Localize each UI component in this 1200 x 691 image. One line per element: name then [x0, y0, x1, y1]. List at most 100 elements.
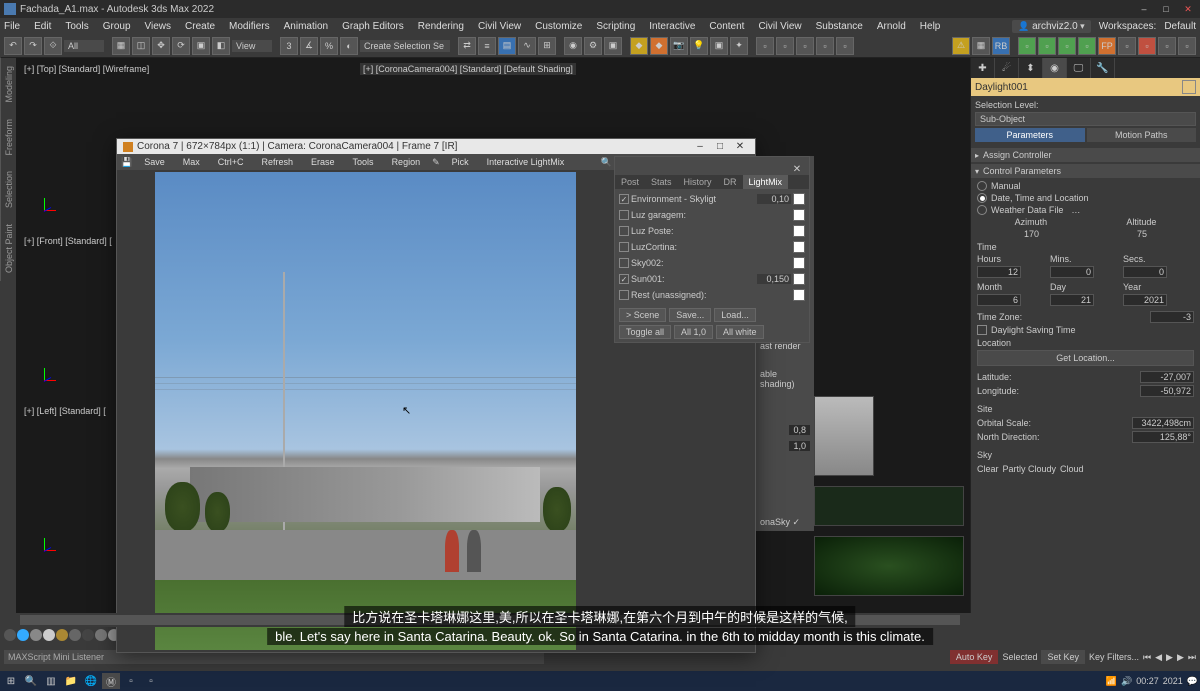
corona-interactive-dropdown[interactable]: Interactive LightMix — [481, 156, 571, 168]
lm-check-env[interactable] — [619, 194, 629, 204]
taskbar-app2-icon[interactable]: ▫ — [142, 673, 160, 689]
tray-notif-icon[interactable]: 💬 — [1187, 676, 1198, 687]
viewport-left-label[interactable]: [+] [Left] [Standard] [ — [20, 404, 110, 418]
cp-tab-create[interactable]: ✚ — [971, 58, 995, 78]
corona-minimize-button[interactable]: – — [691, 141, 709, 152]
swatch[interactable] — [4, 629, 16, 641]
undo-icon[interactable]: ↶ — [4, 37, 22, 55]
lm-white-button[interactable]: All white — [716, 325, 764, 339]
util2-icon[interactable]: ▫ — [776, 37, 794, 55]
viewport-top-label[interactable]: [+] [Top] [Standard] [Wireframe] — [20, 62, 153, 76]
menu-views[interactable]: Views — [145, 21, 172, 32]
fp7-icon[interactable]: ▫ — [1138, 37, 1156, 55]
corona-titlebar[interactable]: Corona 7 | 672×784px (1:1) | Camera: Cor… — [117, 139, 755, 154]
swatch[interactable] — [56, 629, 68, 641]
parameters-button[interactable]: Parameters — [975, 128, 1085, 142]
fp6-icon[interactable]: ▫ — [1118, 37, 1136, 55]
corona-maximize-button[interactable]: □ — [711, 141, 729, 152]
angle-snap-icon[interactable]: ∡ — [300, 37, 318, 55]
corona-scatter-icon[interactable]: ✦ — [730, 37, 748, 55]
viewport-front-label[interactable]: [+] [Front] [Standard] [ — [20, 234, 116, 248]
tab-stats[interactable]: Stats — [645, 175, 678, 189]
radio-manual[interactable] — [977, 181, 987, 191]
lm-swatch-rest[interactable] — [793, 289, 805, 301]
snap-icon[interactable]: 3 — [280, 37, 298, 55]
sky-partly[interactable]: Partly Cloudy — [1003, 464, 1057, 474]
menu-grapheditors[interactable]: Graph Editors — [342, 21, 404, 32]
schematic-icon[interactable]: ⊞ — [538, 37, 556, 55]
lm-swatch-sun[interactable] — [793, 273, 805, 285]
secs-input[interactable]: 0 — [1123, 266, 1167, 278]
vtab-selection[interactable]: Selection — [0, 163, 16, 216]
tray-volume-icon[interactable]: 🔊 — [1121, 676, 1132, 687]
lm-swatch-poste[interactable] — [793, 225, 805, 237]
align-icon[interactable]: ≡ — [478, 37, 496, 55]
cp-tab-motion[interactable]: ◉ — [1043, 58, 1067, 78]
longitude-input[interactable]: -50,972 — [1140, 385, 1194, 397]
render-frame-icon[interactable]: ▣ — [604, 37, 622, 55]
taskbar-3dsmax-icon[interactable]: Ⓜ — [102, 673, 120, 689]
fp9-icon[interactable]: ▫ — [1178, 37, 1196, 55]
year-input[interactable]: 2021 — [1123, 294, 1167, 306]
menu-file[interactable]: File — [4, 21, 20, 32]
play-start-icon[interactable]: ⏮ — [1143, 652, 1151, 663]
lightmix-close-button[interactable]: ✕ — [789, 161, 805, 177]
lm-swatch-cortina[interactable] — [793, 241, 805, 253]
play-next-icon[interactable]: ▶ — [1177, 652, 1184, 663]
play-end-icon[interactable]: ⏭ — [1188, 652, 1196, 663]
swatch[interactable] — [82, 629, 94, 641]
day-input[interactable]: 21 — [1050, 294, 1094, 306]
viewport-main-label[interactable]: [+] [CoronaCamera004] [Standard] [Defaul… — [356, 62, 580, 76]
swatch[interactable] — [69, 629, 81, 641]
month-input[interactable]: 6 — [977, 294, 1021, 306]
corona-render-view[interactable]: ↖ — [155, 172, 576, 650]
tab-dr[interactable]: DR — [718, 175, 743, 189]
tab-history[interactable]: History — [678, 175, 718, 189]
daylight-checkbox[interactable] — [977, 325, 987, 335]
corona-erase-button[interactable]: Erase — [305, 156, 341, 168]
north-input[interactable]: 125,88° — [1132, 431, 1194, 443]
selected-dropdown[interactable]: Selected — [1002, 652, 1037, 662]
menu-help[interactable]: Help — [920, 21, 941, 32]
radio-weather[interactable] — [977, 205, 987, 215]
lm-save-button[interactable]: Save... — [669, 308, 711, 322]
grid-icon[interactable]: ▦ — [972, 37, 990, 55]
radio-date[interactable] — [977, 193, 987, 203]
latitude-input[interactable]: -27,007 — [1140, 371, 1194, 383]
corona-proxy-icon[interactable]: ▣ — [710, 37, 728, 55]
util5-icon[interactable]: ▫ — [836, 37, 854, 55]
lm-all1-button[interactable]: All 1,0 — [674, 325, 713, 339]
corona-pick-button[interactable]: Pick — [446, 156, 475, 168]
fp3-icon[interactable]: ▫ — [1058, 37, 1076, 55]
corona-converter-icon[interactable]: ◆ — [650, 37, 668, 55]
selection-set-dropdown[interactable]: Create Selection Se — [360, 40, 450, 52]
spinner-snap-icon[interactable]: ◐ — [340, 37, 358, 55]
menu-scripting[interactable]: Scripting — [596, 21, 635, 32]
rotate-icon[interactable]: ⟳ — [172, 37, 190, 55]
layer-icon[interactable]: ▤ — [498, 37, 516, 55]
menu-customize[interactable]: Customize — [535, 21, 582, 32]
render-setup-icon[interactable]: ⚙ — [584, 37, 602, 55]
user-account[interactable]: 👤 archviz2.0 ▾ — [1012, 20, 1090, 33]
corona-save-button[interactable]: Save — [138, 156, 171, 168]
util3-icon[interactable]: ▫ — [796, 37, 814, 55]
play-icon[interactable]: ▶ — [1166, 652, 1173, 663]
cp-tab-hierarchy[interactable]: ⬍ — [1019, 58, 1043, 78]
taskbar-explorer-icon[interactable]: 📁 — [62, 673, 80, 689]
setkey-button[interactable]: Set Key — [1041, 650, 1085, 664]
corona-cam-icon[interactable]: 📷 — [670, 37, 688, 55]
mins-input[interactable]: 0 — [1050, 266, 1094, 278]
autokey-button[interactable]: Auto Key — [950, 650, 999, 664]
sky-cloud[interactable]: Cloud — [1060, 464, 1084, 474]
tray-clock[interactable]: 00:27 — [1136, 676, 1159, 686]
object-name-field[interactable]: Daylight001 — [971, 78, 1200, 96]
taskbar-search-icon[interactable]: 🔍 — [22, 673, 40, 689]
corona-icon[interactable]: ◆ — [630, 37, 648, 55]
corona-disk-icon[interactable]: 💾 — [121, 157, 132, 168]
fp1-icon[interactable]: ▫ — [1018, 37, 1036, 55]
taskbar-start-icon[interactable]: ⊞ — [2, 673, 20, 689]
util4-icon[interactable]: ▫ — [816, 37, 834, 55]
fp4-icon[interactable]: ▫ — [1078, 37, 1096, 55]
get-location-button[interactable]: Get Location... — [977, 350, 1194, 366]
timezone-input[interactable]: -3 — [1150, 311, 1194, 323]
